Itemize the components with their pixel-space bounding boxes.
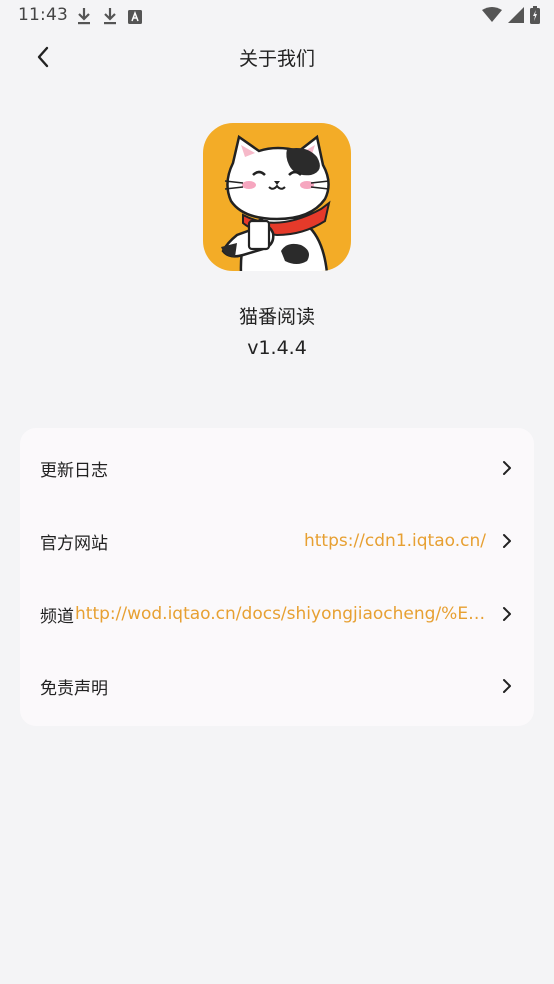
app-version: v1.4.4 xyxy=(247,337,307,359)
status-time: 11:43 xyxy=(18,5,68,25)
row-channel[interactable]: 频道 http://wod.iqtao.cn/docs/shiyongjiaoc… xyxy=(20,578,534,650)
app-logo xyxy=(203,123,351,271)
chevron-right-icon xyxy=(500,677,514,695)
download-icon xyxy=(102,7,118,29)
signal-icon xyxy=(508,7,524,27)
row-label: 频道 xyxy=(40,606,74,627)
row-disclaimer[interactable]: 免责声明 xyxy=(20,650,534,722)
font-a-icon xyxy=(128,9,142,28)
wifi-icon xyxy=(482,7,502,27)
info-card: 更新日志 官方网站 https://cdn1.iqtao.cn/ 频道 http… xyxy=(20,428,534,726)
download-icon xyxy=(76,7,92,29)
status-bar: 11:43 xyxy=(0,0,554,32)
row-label: 更新日志 xyxy=(40,460,108,481)
battery-charging-icon xyxy=(530,6,540,28)
app-header: 关于我们 xyxy=(0,32,554,84)
notification-icons xyxy=(76,7,142,29)
channel-link[interactable]: http://wod.iqtao.cn/docs/shiyongjiaochen… xyxy=(75,604,486,624)
system-icons xyxy=(482,6,540,28)
row-changelog[interactable]: 更新日志 xyxy=(20,432,534,504)
page-title: 关于我们 xyxy=(238,48,315,70)
row-label: 官方网站 xyxy=(40,533,108,554)
website-link[interactable]: https://cdn1.iqtao.cn/ xyxy=(304,531,486,551)
row-label: 免责声明 xyxy=(40,678,108,699)
chevron-right-icon xyxy=(500,459,514,477)
app-name: 猫番阅读 xyxy=(238,306,315,328)
row-official-website[interactable]: 官方网站 https://cdn1.iqtao.cn/ xyxy=(20,505,534,577)
chevron-right-icon xyxy=(500,605,514,623)
chevron-right-icon xyxy=(500,532,514,550)
